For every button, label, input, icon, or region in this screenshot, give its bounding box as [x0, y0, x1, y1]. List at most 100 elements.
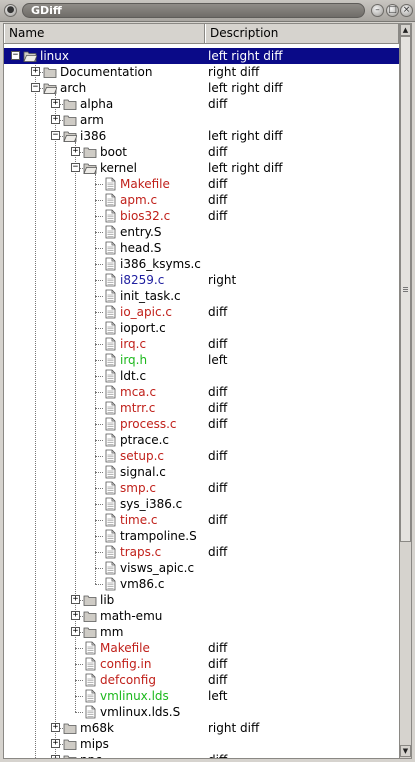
tree-row[interactable]: + mm	[4, 624, 399, 640]
collapse-icon[interactable]: −	[11, 51, 20, 60]
column-header-name[interactable]: Name	[4, 24, 205, 43]
column-header-description[interactable]: Description	[205, 24, 399, 43]
tree-row-description: diff	[208, 209, 228, 223]
tree-row[interactable]: bios32.c diff	[4, 208, 399, 224]
tree-row[interactable]: process.c diff	[4, 416, 399, 432]
file-icon	[103, 193, 117, 207]
tree-row[interactable]: entry.S	[4, 224, 399, 240]
tree-row-name: irq.h	[120, 353, 148, 367]
tree-row[interactable]: − i386 left right diff	[4, 128, 399, 144]
tree-row-name: traps.c	[120, 545, 162, 559]
tree-row[interactable]: setup.c diff	[4, 448, 399, 464]
tree-connector	[95, 328, 103, 329]
tree-row[interactable]: − arch left right diff	[4, 80, 399, 96]
expand-icon[interactable]: +	[31, 67, 40, 76]
tree-row[interactable]: + boot diff	[4, 144, 399, 160]
tree-row[interactable]: + Documentation right diff	[4, 64, 399, 80]
tree-connector	[75, 648, 83, 649]
expand-icon[interactable]: +	[51, 755, 60, 758]
tree-row-description: diff	[208, 481, 228, 495]
folder-icon	[63, 721, 77, 735]
expand-icon[interactable]: +	[51, 739, 60, 748]
tree-connector	[95, 504, 103, 505]
vertical-scrollbar[interactable]: ▲ ▼	[399, 24, 411, 758]
scroll-thumb[interactable]	[400, 36, 411, 542]
tree-row[interactable]: sys_i386.c	[4, 496, 399, 512]
file-tree[interactable]: − linux left right diff + Documentation right…	[4, 44, 399, 758]
tree-row[interactable]: config.in diff	[4, 656, 399, 672]
tree-row[interactable]: apm.c diff	[4, 192, 399, 208]
expand-icon[interactable]: +	[71, 627, 80, 636]
tree-row-name: ioport.c	[120, 321, 166, 335]
tree-row[interactable]: defconfig diff	[4, 672, 399, 688]
tree-row[interactable]: io_apic.c diff	[4, 304, 399, 320]
tree-row-description: right	[208, 273, 237, 287]
tree-row[interactable]: i386_ksyms.c	[4, 256, 399, 272]
tree-row[interactable]: visws_apic.c	[4, 560, 399, 576]
tree-row[interactable]: ldt.c	[4, 368, 399, 384]
expand-icon[interactable]: +	[71, 595, 80, 604]
scroll-down-arrow-icon[interactable]: ▼	[400, 745, 411, 757]
expand-icon[interactable]: +	[71, 611, 80, 620]
tree-row[interactable]: trampoline.S	[4, 528, 399, 544]
tree-row[interactable]: init_task.c	[4, 288, 399, 304]
tree-row[interactable]: + alpha diff	[4, 96, 399, 112]
tree-row[interactable]: − kernel left right diff	[4, 160, 399, 176]
tree-row[interactable]: vmlinux.lds left	[4, 688, 399, 704]
tree-row[interactable]: head.S	[4, 240, 399, 256]
tree-row[interactable]: irq.h left	[4, 352, 399, 368]
tree-row[interactable]: Makefile diff	[4, 176, 399, 192]
tree-row[interactable]: + lib	[4, 592, 399, 608]
close-button[interactable]: ×	[400, 4, 413, 17]
title-bar[interactable]: ● GDiff – □ ×	[0, 0, 415, 22]
tree-connector	[75, 696, 83, 697]
collapse-icon[interactable]: −	[31, 83, 40, 92]
file-icon	[103, 241, 117, 255]
tree-row[interactable]: irq.c diff	[4, 336, 399, 352]
tree-row[interactable]: − linux left right diff	[4, 48, 399, 64]
tree-row-description: right diff	[208, 721, 260, 735]
tree-row-description: diff	[208, 401, 228, 415]
tree-row[interactable]: signal.c	[4, 464, 399, 480]
tree-row[interactable]: traps.c diff	[4, 544, 399, 560]
folder-icon	[83, 625, 97, 639]
tree-connector	[95, 232, 103, 233]
tree-row[interactable]: vmlinux.lds.S	[4, 704, 399, 720]
tree-view[interactable]: Name Description − linux left right diff + D…	[3, 23, 412, 759]
tree-row[interactable]: ioport.c	[4, 320, 399, 336]
expand-icon[interactable]: +	[71, 147, 80, 156]
expand-icon[interactable]: +	[51, 115, 60, 124]
tree-row[interactable]: + arm	[4, 112, 399, 128]
maximize-button[interactable]: □	[386, 4, 399, 17]
expand-icon[interactable]: +	[51, 723, 60, 732]
tree-connector	[95, 360, 103, 361]
tree-row[interactable]: + m68k right diff	[4, 720, 399, 736]
tree-row-name: head.S	[120, 241, 162, 255]
tree-row[interactable]: mca.c diff	[4, 384, 399, 400]
window-menu-button[interactable]: ●	[4, 4, 17, 17]
tree-row[interactable]: smp.c diff	[4, 480, 399, 496]
tree-row[interactable]: + ppc diff	[4, 752, 399, 758]
folder-open-icon	[23, 49, 38, 63]
title-pill[interactable]: GDiff	[22, 3, 365, 18]
tree-row[interactable]: ptrace.c	[4, 432, 399, 448]
tree-row[interactable]: i8259.c right	[4, 272, 399, 288]
tree-row[interactable]: vm86.c	[4, 576, 399, 592]
collapse-icon[interactable]: −	[71, 163, 80, 172]
tree-row[interactable]: + mips	[4, 736, 399, 752]
tree-row-name: io_apic.c	[120, 305, 172, 319]
tree-row-name: ppc	[80, 752, 102, 758]
expand-icon[interactable]: +	[51, 99, 60, 108]
tree-row[interactable]: + math-emu	[4, 608, 399, 624]
tree-row-name: math-emu	[100, 609, 163, 623]
tree-row-name: config.in	[100, 657, 152, 671]
collapse-icon[interactable]: −	[51, 131, 60, 140]
tree-row-description: diff	[208, 545, 228, 559]
tree-row[interactable]: mtrr.c diff	[4, 400, 399, 416]
tree-row[interactable]: time.c diff	[4, 512, 399, 528]
minimize-button[interactable]: –	[371, 4, 384, 17]
column-header: Name Description	[4, 24, 399, 44]
tree-row[interactable]: Makefile diff	[4, 640, 399, 656]
scroll-up-arrow-icon[interactable]: ▲	[400, 24, 411, 36]
tree-row-name: lib	[100, 593, 115, 607]
